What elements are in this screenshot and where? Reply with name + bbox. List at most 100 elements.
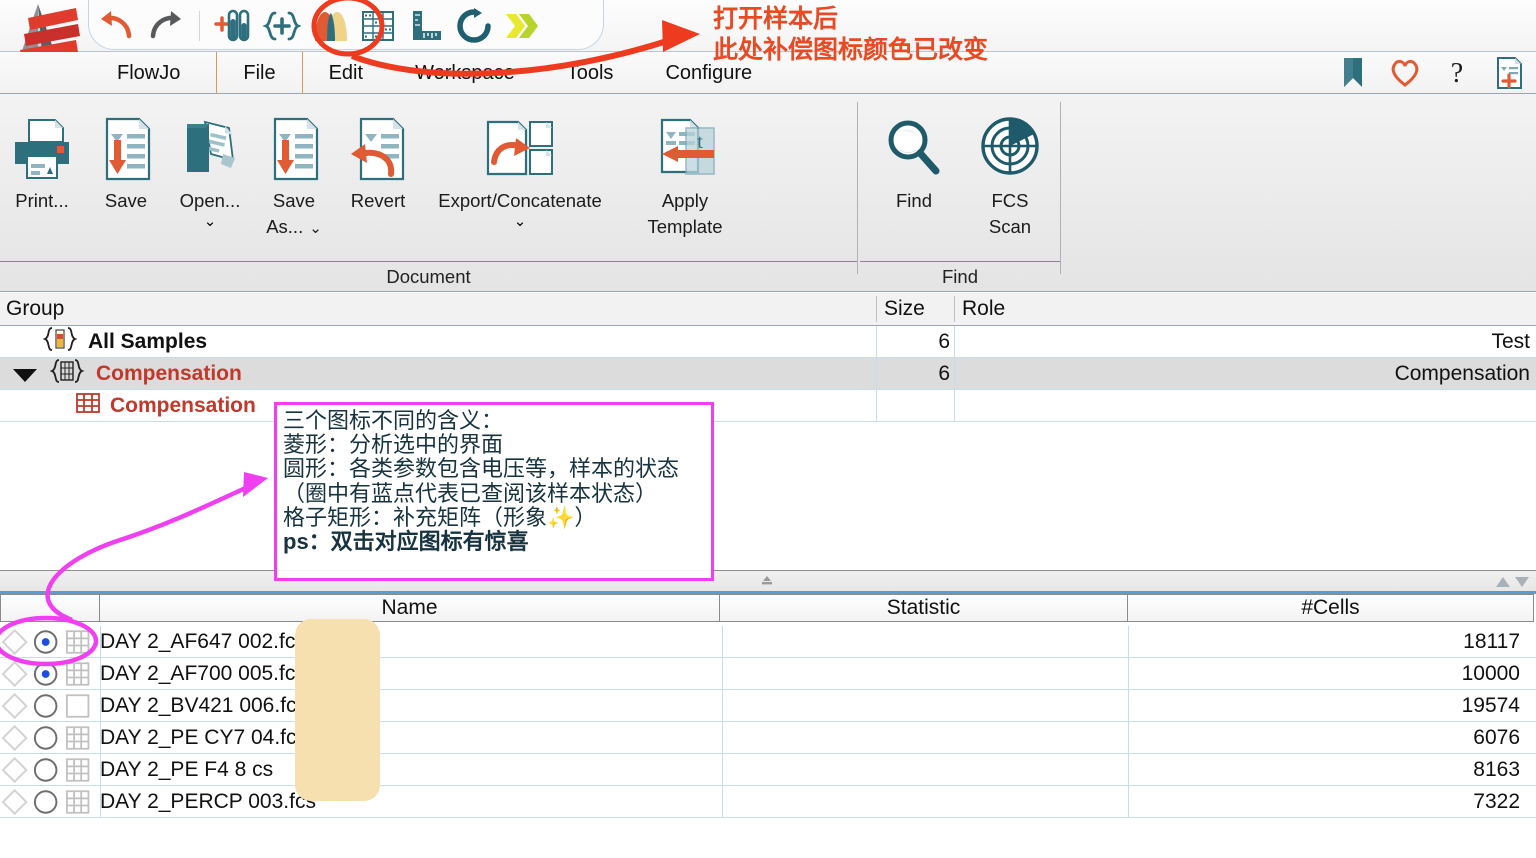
menu-item-edit[interactable]: Edit: [303, 52, 389, 94]
group-column-header-role[interactable]: Role: [962, 293, 1005, 325]
circle-icon[interactable]: [31, 755, 60, 785]
group-panel: Group Size Role All Samples 6 Test Compe…: [0, 293, 1536, 580]
sample-name: DAY 2_PE F4 8 cs: [100, 757, 274, 781]
diamond-icon[interactable]: [0, 627, 29, 657]
sample-column-header-statistic[interactable]: Statistic: [720, 594, 1128, 622]
ribbon-fcs-scan-label-line1: FCS: [991, 190, 1029, 211]
ribbon-fcs-scan-button[interactable]: FCS Scan: [962, 100, 1058, 240]
table-editor-icon[interactable]: [356, 4, 400, 48]
bookmark-icon[interactable]: [1336, 56, 1370, 90]
diamond-icon[interactable]: [0, 691, 29, 721]
sample-name: DAY 2_PERCP 003.fcs: [100, 789, 316, 813]
sample-column-header-cells[interactable]: #Cells: [1128, 594, 1534, 622]
sample-column-header-name[interactable]: Name: [100, 594, 720, 622]
chevron-down-icon[interactable]: ⌄: [309, 220, 322, 237]
diamond-icon[interactable]: [0, 723, 29, 753]
row-icon-group: [0, 722, 92, 754]
table-row[interactable]: DAY 2_PERCP 003.fcs 7322: [0, 786, 1536, 818]
cell-divider: [722, 626, 723, 658]
matrix-grid-icon[interactable]: [63, 627, 92, 657]
table-row[interactable]: DAY 2_AF700 005.fcs 10000: [0, 658, 1536, 690]
ribbon-fcs-scan-label: FCS Scan: [989, 188, 1031, 240]
add-group-icon[interactable]: [260, 4, 304, 48]
collapse-up-icon[interactable]: [1495, 575, 1511, 589]
quick-access-icons: [95, 2, 544, 50]
ribbon-apply-template-label: Apply Template: [647, 188, 722, 240]
collapse-down-icon[interactable]: [1514, 575, 1530, 589]
menu-item-file[interactable]: File: [217, 52, 301, 94]
diamond-icon[interactable]: [0, 787, 29, 817]
svg-text:t: t: [697, 131, 703, 153]
group-row-compensation-matrix[interactable]: Compensation: [0, 390, 1536, 422]
table-row[interactable]: DAY 2_AF647 002.fcs 18117: [0, 626, 1536, 658]
chevron-down-icon[interactable]: ⌄: [514, 214, 527, 229]
ribbon-save-as-button[interactable]: Save As... ⌄: [252, 100, 336, 240]
chevron-down-icon[interactable]: ⌄: [204, 214, 217, 229]
splitter-arrows[interactable]: [1495, 575, 1530, 589]
ribbon-revert-label: Revert: [350, 190, 406, 211]
group-column-header-group[interactable]: Group: [6, 293, 64, 325]
undo-button[interactable]: [95, 4, 139, 48]
menu-items: FlowJo File Edit Workspace Tools Configu…: [95, 52, 778, 94]
blank-square-icon[interactable]: [63, 691, 92, 721]
ribbon-find-label: Find: [896, 190, 932, 211]
ribbon-apply-template-button[interactable]: t Apply Template: [620, 100, 750, 240]
cell-divider: [1128, 658, 1129, 690]
add-samples-icon[interactable]: [212, 4, 256, 48]
refresh-icon[interactable]: [452, 4, 496, 48]
layout-editor-icon[interactable]: [404, 4, 448, 48]
circle-icon[interactable]: [31, 659, 60, 689]
panel-splitter[interactable]: [0, 570, 1536, 592]
menu-right-icons: ?: [1336, 52, 1526, 94]
diamond-icon[interactable]: [0, 755, 29, 785]
diamond-icon[interactable]: [0, 659, 29, 689]
group-row-compensation[interactable]: Compensation 6 Compensation: [0, 358, 1536, 390]
cell-divider: [1128, 626, 1129, 658]
cell-divider: [954, 326, 955, 358]
sample-cells: 7322: [1473, 789, 1520, 813]
cell-divider: [722, 690, 723, 722]
tube-braces-icon: [40, 326, 80, 358]
group-row-all-samples[interactable]: All Samples 6 Test: [0, 326, 1536, 358]
table-row[interactable]: DAY 2_PE F4 8 cs 8163: [0, 754, 1536, 786]
matrix-grid-icon[interactable]: [63, 723, 92, 753]
sample-cells: 19574: [1461, 693, 1520, 717]
batch-icon[interactable]: [500, 4, 544, 48]
matrix-grid-icon[interactable]: [63, 755, 92, 785]
group-row-size: 6: [938, 329, 950, 353]
new-document-icon[interactable]: [1492, 56, 1526, 90]
compensation-icon[interactable]: [308, 4, 352, 48]
table-row[interactable]: DAY 2_BV421 006.fcs 19574: [0, 690, 1536, 722]
circle-icon[interactable]: [31, 627, 60, 657]
ribbon-revert-button[interactable]: Revert: [336, 100, 420, 214]
menu-item-configure[interactable]: Configure: [639, 52, 778, 94]
ribbon-group-find-title: Find: [860, 261, 1060, 288]
splitter-grip-icon[interactable]: [760, 576, 774, 587]
matrix-grid-icon[interactable]: [63, 659, 92, 689]
menu-item-tools[interactable]: Tools: [541, 52, 640, 94]
menu-item-workspace[interactable]: Workspace: [389, 52, 541, 94]
save-as-icon: [259, 114, 329, 184]
matrix-grid-icon[interactable]: [63, 787, 92, 817]
ribbon-open-button[interactable]: Open... ⌄: [168, 100, 252, 229]
redo-button[interactable]: [143, 4, 187, 48]
sample-cells: 6076: [1473, 725, 1520, 749]
ribbon-export-concatenate-button[interactable]: Export/Concatenate ⌄: [420, 100, 620, 229]
menu-item-flowjo[interactable]: FlowJo: [95, 52, 216, 94]
circle-icon[interactable]: [31, 691, 60, 721]
group-column-header-size[interactable]: Size: [884, 293, 925, 325]
heart-icon[interactable]: [1388, 56, 1422, 90]
expander-collapse-icon[interactable]: [10, 366, 40, 389]
circle-icon[interactable]: [31, 787, 60, 817]
cell-divider: [722, 658, 723, 690]
cell-divider: [1128, 690, 1129, 722]
ribbon-print-button[interactable]: Print...: [0, 100, 84, 214]
ribbon-apply-template-label-line2: Template: [647, 216, 723, 237]
circle-icon[interactable]: [31, 723, 60, 753]
group-row-role: Compensation: [1394, 361, 1530, 385]
ribbon-find-button[interactable]: Find: [866, 100, 962, 214]
table-row[interactable]: DAY 2_PE CY7 04.fcs 6076: [0, 722, 1536, 754]
ribbon-save-button[interactable]: Save: [84, 100, 168, 214]
ribbon-print-label: Print...: [15, 190, 69, 211]
help-icon[interactable]: ?: [1440, 56, 1474, 90]
